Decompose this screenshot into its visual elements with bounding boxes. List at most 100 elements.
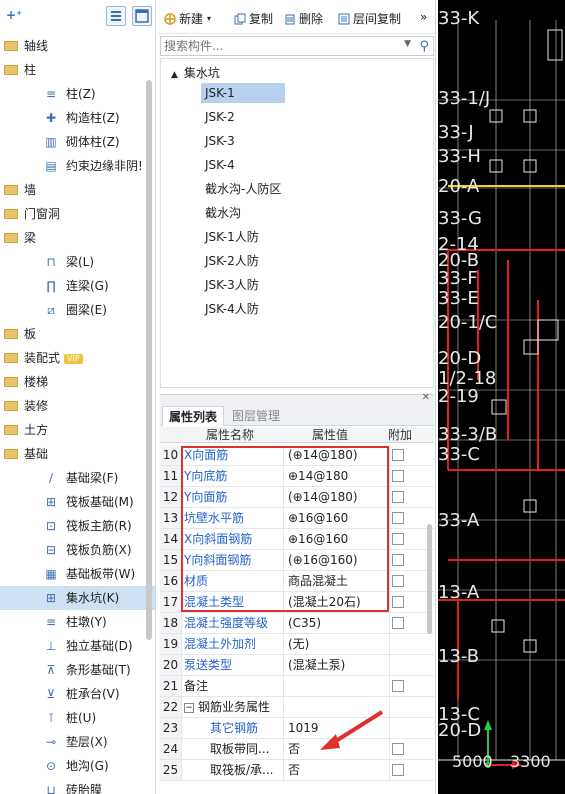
tab-property-list[interactable]: 属性列表 xyxy=(162,406,225,426)
tree-item[interactable]: ▥ 砌体柱(Z) xyxy=(0,130,155,154)
component-item[interactable]: JSK-1 xyxy=(201,83,285,103)
property-row[interactable]: 25 取筏板/承... 否 xyxy=(160,760,434,781)
delete-button[interactable]: 删除 xyxy=(284,10,323,27)
property-row[interactable]: 13 坑壁水平筋 ⊕16@160 xyxy=(160,508,434,529)
more-button[interactable]: » xyxy=(420,10,427,24)
tree-item[interactable]: ▦ 基础板带(W) xyxy=(0,562,155,586)
tree-item[interactable]: ⊥ 独立基础(D) xyxy=(0,634,155,658)
tree-category[interactable]: 门窗洞 xyxy=(0,202,155,226)
component-item[interactable]: 截水沟-人防区 xyxy=(201,179,285,199)
property-value[interactable]: 否 xyxy=(286,760,390,780)
property-row[interactable]: 14 X向斜面钢筋 ⊕16@160 xyxy=(160,529,434,550)
property-row[interactable]: 19 混凝土外加剂 (无) xyxy=(160,634,434,655)
property-value[interactable]: (混凝土泵) xyxy=(286,655,390,675)
tree-item[interactable]: ⊼ 条形基础(T) xyxy=(0,658,155,682)
tree-item[interactable]: ⊙ 地沟(G) xyxy=(0,754,155,778)
tree-category[interactable]: 板 xyxy=(0,322,155,346)
property-row[interactable]: 24 取板带同... 否 xyxy=(160,739,434,760)
property-scrollbar[interactable] xyxy=(427,524,432,634)
tree-category[interactable]: 轴线 xyxy=(0,34,155,58)
tree-item[interactable]: ⊞ 集水坑(K) xyxy=(0,586,155,610)
expand-icon[interactable]: ▲ xyxy=(171,70,178,80)
property-value[interactable]: (无) xyxy=(286,634,390,654)
component-item[interactable]: JSK-3人防 xyxy=(201,275,285,295)
property-value[interactable]: (混凝土20石) xyxy=(286,592,390,612)
property-row[interactable]: 23 其它钢筋 1019 xyxy=(160,718,434,739)
extra-checkbox[interactable] xyxy=(392,533,404,545)
property-value[interactable] xyxy=(286,676,390,696)
search-input[interactable] xyxy=(161,37,401,55)
left-scrollbar[interactable] xyxy=(146,80,152,640)
property-row[interactable]: 15 Y向斜面钢筋 (⊕16@160) xyxy=(160,550,434,571)
search-icon[interactable]: ⚲ xyxy=(419,39,429,54)
tree-root[interactable]: ▲ 集水坑 xyxy=(171,63,220,83)
tree-item[interactable]: ⊸ 垫层(X) xyxy=(0,730,155,754)
property-value[interactable]: 1019 xyxy=(286,718,390,738)
extra-checkbox[interactable] xyxy=(392,764,404,776)
new-button[interactable]: 新建 ▾ xyxy=(164,10,211,27)
property-value[interactable]: ⊕16@160 xyxy=(286,508,390,528)
property-value[interactable]: 否 xyxy=(286,739,390,759)
extra-checkbox[interactable] xyxy=(392,596,404,608)
extra-checkbox[interactable] xyxy=(392,470,404,482)
property-row[interactable]: 18 混凝土强度等级 (C35) xyxy=(160,613,434,634)
property-row[interactable]: 16 材质 商品混凝土 xyxy=(160,571,434,592)
tree-item[interactable]: ⊻ 桩承台(V) xyxy=(0,682,155,706)
property-value[interactable]: 商品混凝土 xyxy=(286,571,390,591)
list-view-icon[interactable] xyxy=(106,6,126,26)
property-row[interactable]: 20 泵送类型 (混凝土泵) xyxy=(160,655,434,676)
component-item[interactable]: JSK-2 xyxy=(201,107,285,127)
copy-button[interactable]: 复制 xyxy=(234,10,273,27)
tree-category[interactable]: 柱 xyxy=(0,58,155,82)
property-row[interactable]: 22− 钢筋业务属性 xyxy=(160,697,434,718)
layer-copy-button[interactable]: 层间复制 xyxy=(338,10,401,27)
tree-item[interactable]: ⊓ 梁(L) xyxy=(0,250,155,274)
tab-layer-management[interactable]: 图层管理 xyxy=(226,406,286,426)
extra-checkbox[interactable] xyxy=(392,512,404,524)
tree-item[interactable]: ∏ 连梁(G) xyxy=(0,274,155,298)
property-value[interactable]: (⊕16@160) xyxy=(286,550,390,570)
tree-item[interactable]: ▤ 约束边缘非阴! xyxy=(0,154,155,178)
extra-checkbox[interactable] xyxy=(392,554,404,566)
add-component-icon[interactable]: +⁺ xyxy=(6,8,22,22)
tree-category[interactable]: 装配式 VIP xyxy=(0,346,155,370)
extra-checkbox[interactable] xyxy=(392,491,404,503)
tree-item[interactable]: ∕ 基础梁(F) xyxy=(0,466,155,490)
property-row[interactable]: 10 X向面筋 (⊕14@180) xyxy=(160,445,434,466)
tree-item[interactable]: ⧄ 圈梁(E) xyxy=(0,298,155,322)
tree-item[interactable]: ⊔ 砖胎膜 xyxy=(0,778,155,794)
property-row[interactable]: 11 Y向底筋 ⊕14@180 xyxy=(160,466,434,487)
property-value[interactable] xyxy=(286,697,390,717)
tree-item[interactable]: ≡ 柱(Z) xyxy=(0,82,155,106)
tree-category[interactable]: 装修 xyxy=(0,394,155,418)
extra-checkbox[interactable] xyxy=(392,575,404,587)
chevron-down-icon[interactable]: ▼ xyxy=(404,39,411,49)
tree-item[interactable]: ⊞ 筏板基础(M) xyxy=(0,490,155,514)
property-value[interactable]: (C35) xyxy=(286,613,390,633)
tree-category[interactable]: 基础 xyxy=(0,442,155,466)
component-item[interactable]: JSK-4人防 xyxy=(201,299,285,319)
extra-checkbox[interactable] xyxy=(392,449,404,461)
tree-category[interactable]: 梁 xyxy=(0,226,155,250)
component-item[interactable]: 截水沟 xyxy=(201,203,285,223)
tree-item[interactable]: ✚ 构造柱(Z) xyxy=(0,106,155,130)
tree-category[interactable]: 土方 xyxy=(0,418,155,442)
component-item[interactable]: JSK-4 xyxy=(201,155,285,175)
component-item[interactable]: JSK-3 xyxy=(201,131,285,151)
property-value[interactable]: ⊕14@180 xyxy=(286,466,390,486)
tree-category[interactable]: 墙 xyxy=(0,178,155,202)
collapse-icon[interactable]: − xyxy=(184,702,194,713)
property-row[interactable]: 17 混凝土类型 (混凝土20石) xyxy=(160,592,434,613)
tree-item[interactable]: ⊟ 筏板负筋(X) xyxy=(0,538,155,562)
extra-checkbox[interactable] xyxy=(392,743,404,755)
component-item[interactable]: JSK-2人防 xyxy=(201,251,285,271)
property-value[interactable]: (⊕14@180) xyxy=(286,445,390,465)
tree-category[interactable]: 楼梯 xyxy=(0,370,155,394)
close-icon[interactable]: ✕ xyxy=(422,392,430,403)
tree-item[interactable]: ≡ 柱墩(Y) xyxy=(0,610,155,634)
panel-view-icon[interactable] xyxy=(132,6,152,26)
tree-item[interactable]: ⊡ 筏板主筋(R) xyxy=(0,514,155,538)
property-value[interactable]: ⊕16@160 xyxy=(286,529,390,549)
tree-item[interactable]: ⊺ 桩(U) xyxy=(0,706,155,730)
property-row[interactable]: 12 Y向面筋 (⊕14@180) xyxy=(160,487,434,508)
